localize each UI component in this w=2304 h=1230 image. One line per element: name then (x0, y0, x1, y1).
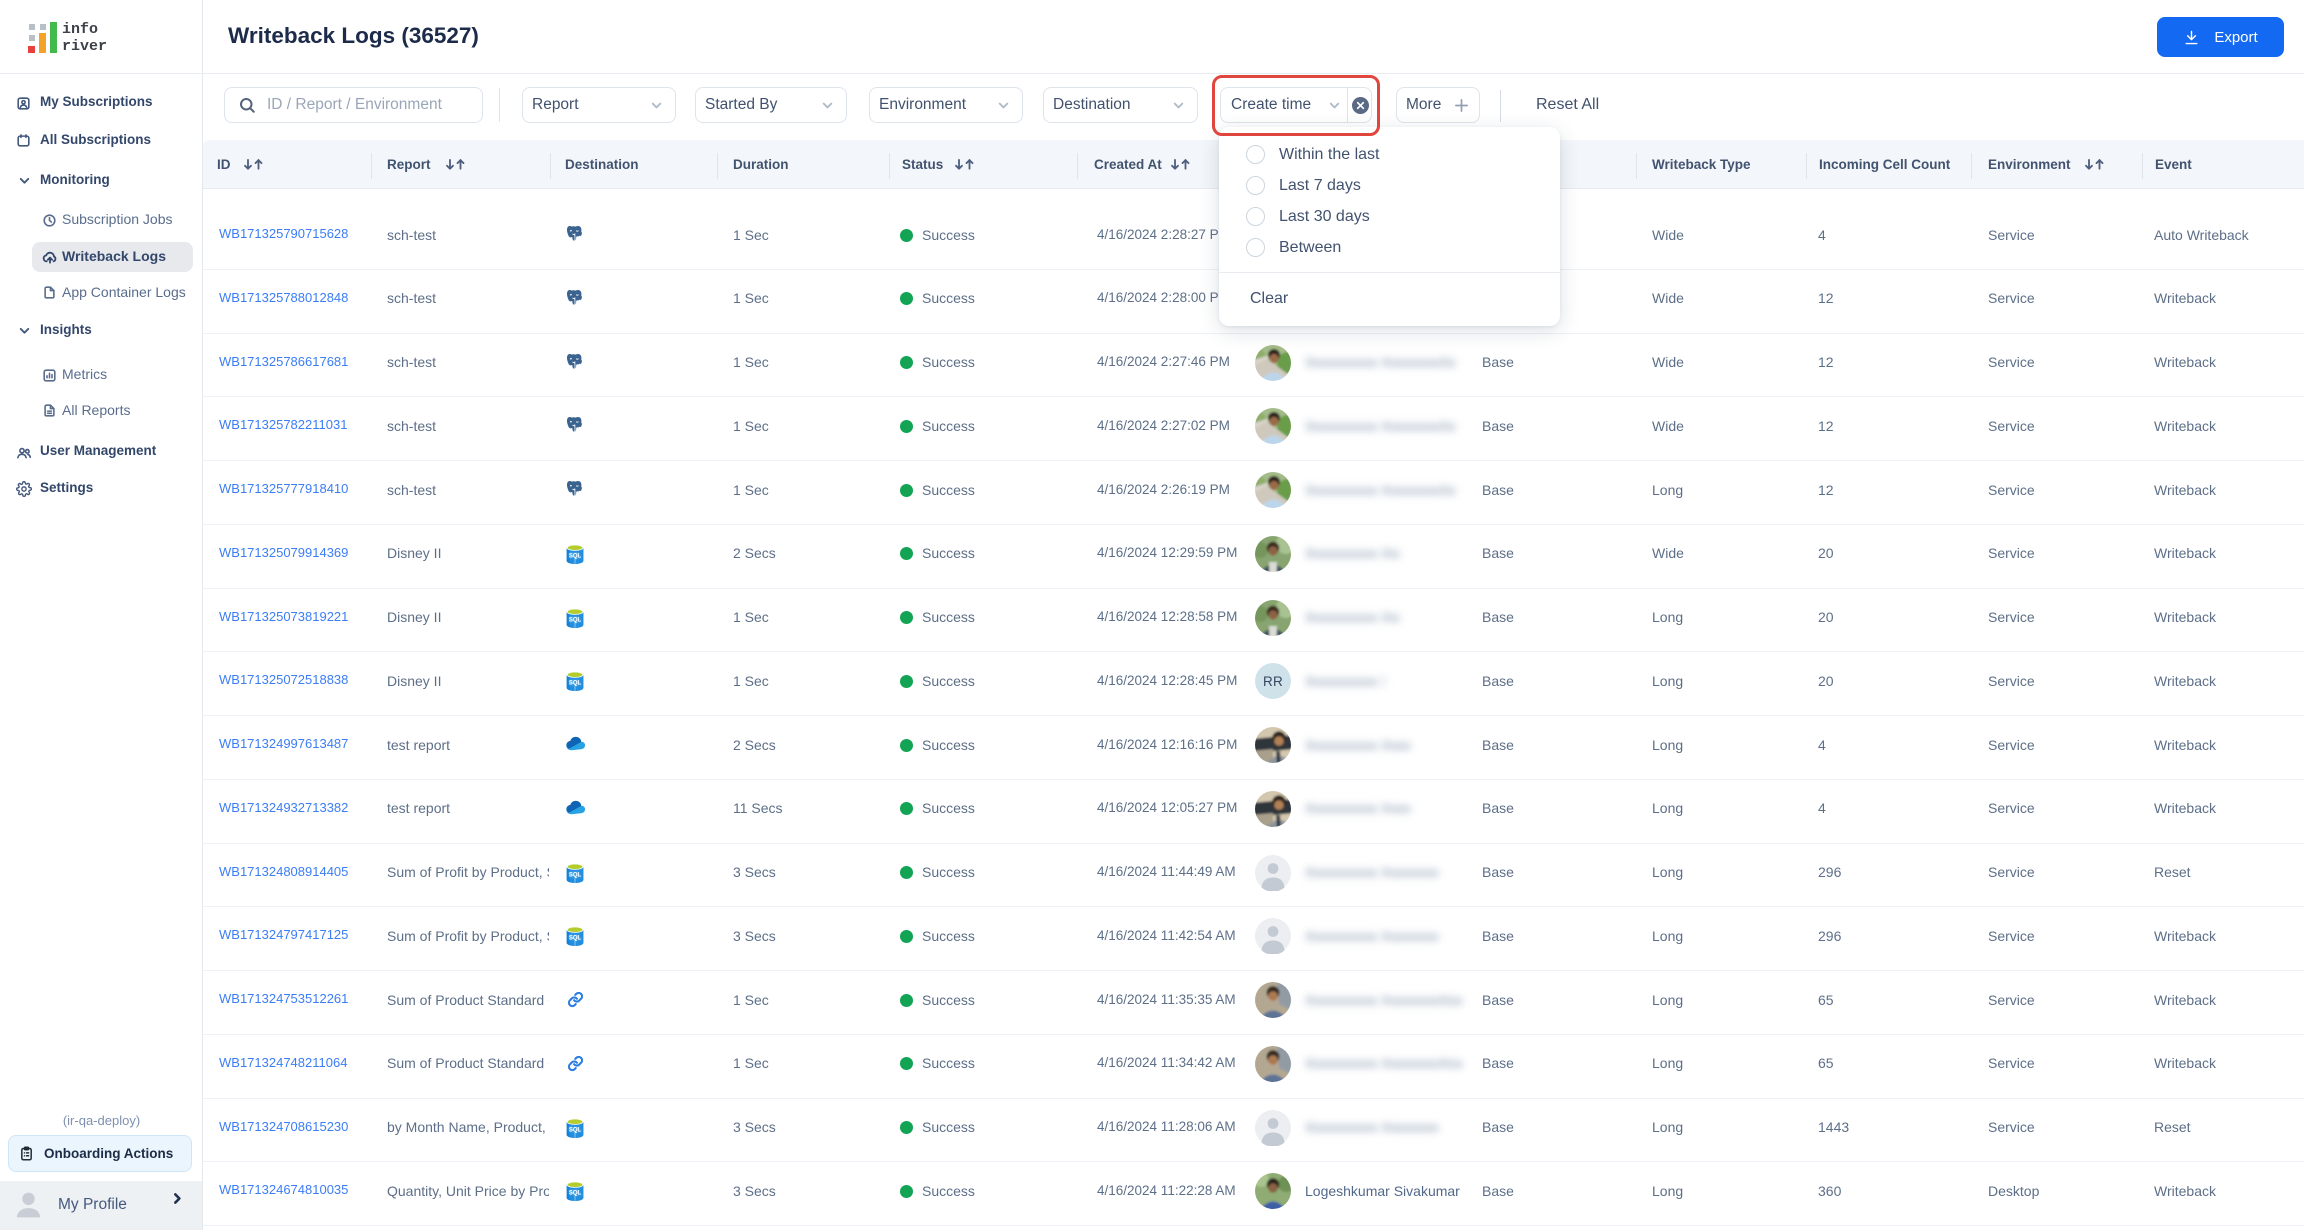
svg-text:SQL: SQL (569, 936, 582, 942)
svg-text:SQL: SQL (569, 681, 582, 687)
svg-text:SQL: SQL (569, 617, 582, 623)
svg-text:SQL: SQL (569, 1191, 582, 1197)
svg-text:SQL: SQL (569, 1127, 582, 1133)
svg-text:SQL: SQL (569, 553, 582, 559)
svg-text:SQL: SQL (569, 872, 582, 878)
